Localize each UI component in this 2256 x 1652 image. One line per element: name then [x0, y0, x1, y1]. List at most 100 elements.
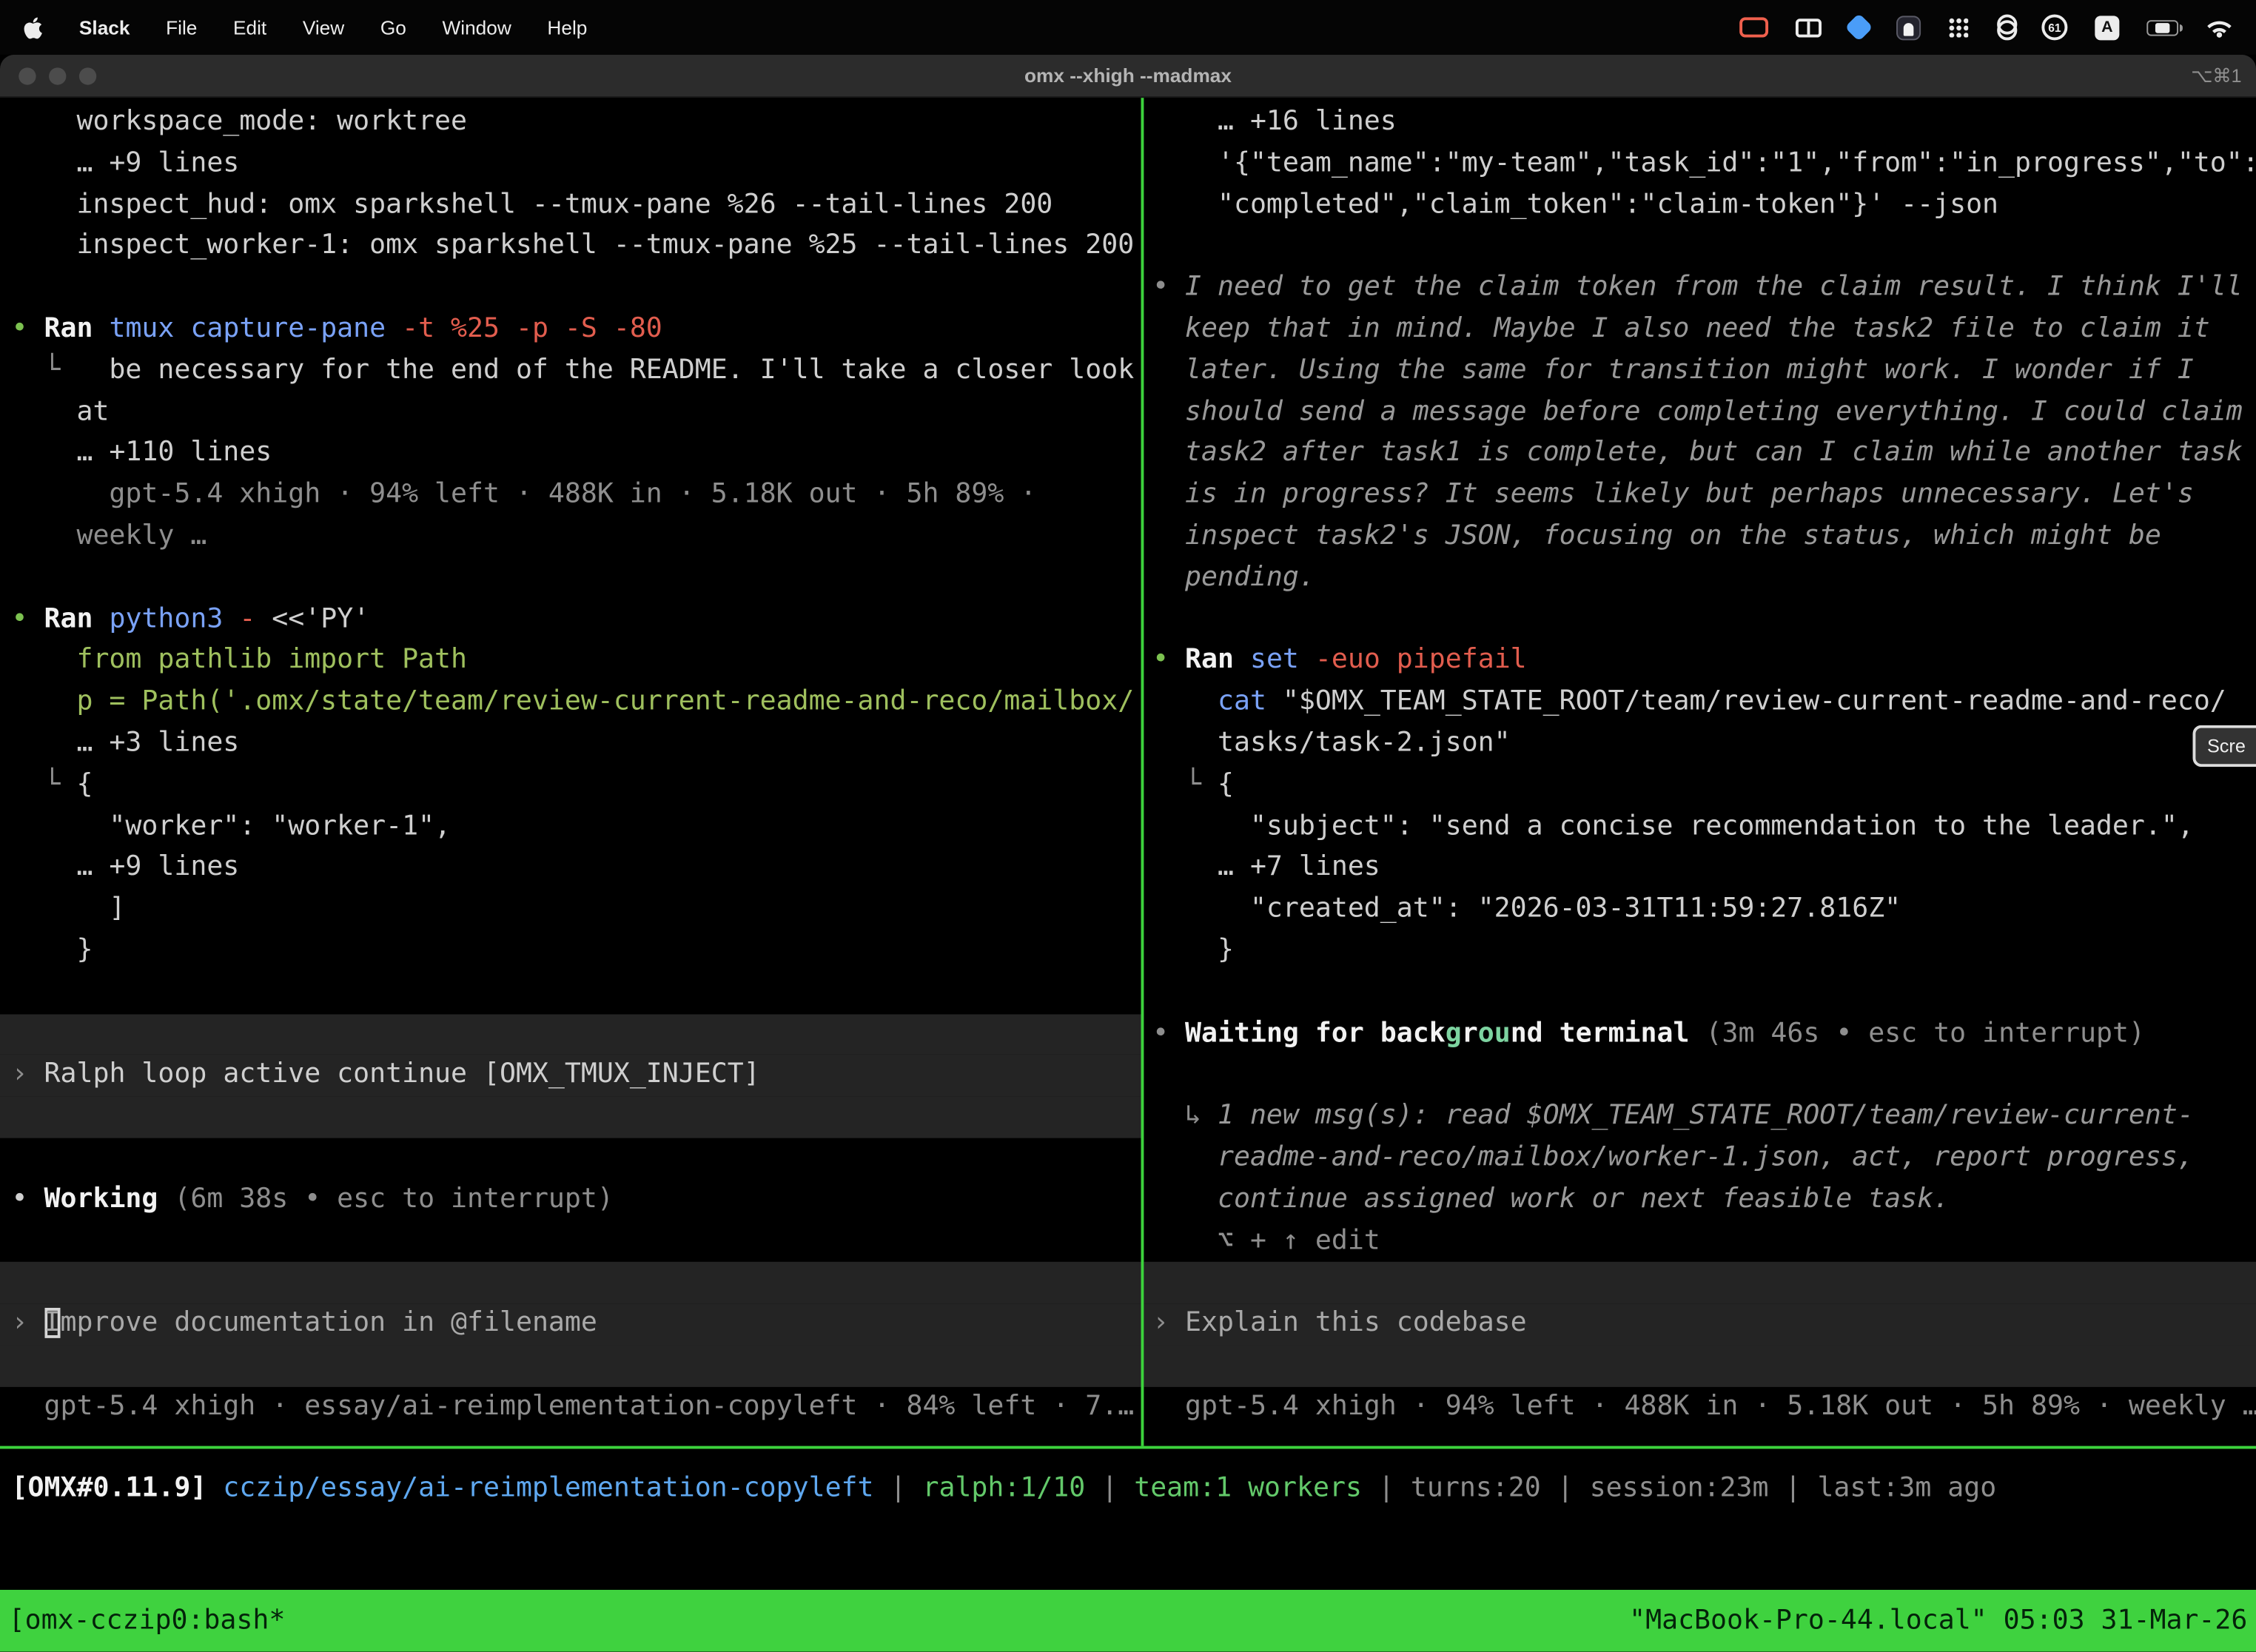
app-menu-slack[interactable]: Slack — [79, 16, 130, 38]
text-segment: › — [12, 1308, 44, 1338]
input-source-icon[interactable]: A — [2095, 15, 2119, 39]
menu-view[interactable]: View — [303, 16, 344, 38]
terminal-row — [1144, 973, 2256, 1014]
text-segment: pending. — [1152, 563, 1315, 593]
menu-edit[interactable]: Edit — [233, 16, 266, 38]
tmux-pane-left[interactable]: workspace_mode: worktree … +9 lines insp… — [0, 98, 1141, 1446]
text-segment: | — [1362, 1474, 1411, 1504]
app-grid-icon[interactable] — [1948, 17, 1968, 37]
ghostty-icon[interactable] — [1896, 15, 1921, 39]
battery-fill — [2155, 22, 2170, 33]
text-segment: "created_at": "2026-03-31T11:59:27.816Z" — [1152, 893, 1901, 924]
terminal-row: … +7 lines — [1144, 848, 2256, 890]
text-segment: cczip/essay/ai-reimplementation-copyleft — [223, 1474, 873, 1504]
text-segment: › — [12, 1059, 44, 1089]
text-segment: { — [76, 770, 93, 800]
text-segment: -t %25 -p -S -80 — [402, 314, 662, 344]
knot-icon[interactable] — [1995, 14, 2014, 40]
text-segment: • — [1152, 645, 1185, 676]
text-segment: └ — [12, 770, 77, 800]
window-title: omx --xhigh --madmax — [0, 64, 2256, 86]
text-segment: • — [12, 314, 44, 344]
terminal-row: • Waiting for background terminal (3m 46… — [1144, 1014, 2256, 1055]
terminal-row: "created_at": "2026-03-31T11:59:27.816Z" — [1144, 890, 2256, 931]
text-segment: "completed","claim_token":"claim-token"}… — [1152, 189, 1998, 220]
text-segment: set — [1250, 645, 1315, 676]
terminal-row: "completed","claim_token":"claim-token"}… — [1144, 185, 2256, 226]
terminal-row: "subject": "send a concise recommendatio… — [1144, 807, 2256, 848]
display-grid-icon[interactable] — [1796, 18, 1822, 36]
terminal-row — [1144, 226, 2256, 268]
terminal-row: gpt-5.4 xhigh · 94% left · 488K in · 5.1… — [0, 475, 1141, 517]
menu-help[interactable]: Help — [547, 16, 587, 38]
text-segment: nd terminal — [1511, 1018, 1690, 1048]
cursor-block: I — [44, 1308, 61, 1338]
text-segment: └ — [1152, 770, 1218, 800]
text-segment: gpt-5.4 xhigh · 94% left · 488K in · 5.1… — [1152, 1391, 2256, 1421]
terminal-row: task2 after task1 is complete, but can I… — [1144, 434, 2256, 475]
tmux-pane-right[interactable]: … +16 lines '{"team_name":"my-team","tas… — [1144, 98, 2256, 1446]
terminal-row: cat "$OMX_TEAM_STATE_ROOT/team/review-cu… — [1144, 682, 2256, 724]
menu-file[interactable]: File — [166, 16, 197, 38]
window-title-bar[interactable]: omx --xhigh --madmax ⌥⌘1 — [0, 55, 2256, 98]
text-segment: task2 after task1 is complete, but can I… — [1152, 438, 2243, 469]
terminal-row: keep that in mind. Maybe I also need the… — [1144, 309, 2256, 351]
text-segment: ou — [1478, 1018, 1511, 1048]
terminal-row: ⌥ + ↑ edit — [1144, 1220, 2256, 1262]
text-segment: | — [1085, 1474, 1134, 1504]
tmux-session-label: [omx-cczip0:bash* — [9, 1605, 286, 1636]
omx-status-bar: [OMX#0.11.9] cczip/essay/ai-reimplementa… — [0, 1449, 2256, 1591]
text-segment: • — [12, 604, 44, 634]
terminal-row: • Working (6m 38s • esc to interrupt) — [0, 1179, 1141, 1220]
terminal-row: └ be necessary for the end of the README… — [0, 351, 1141, 392]
text-segment: turns:20 — [1411, 1474, 1541, 1504]
terminal-row: inspect_worker-1: omx sparkshell --tmux-… — [0, 226, 1141, 268]
terminal-row — [0, 1345, 1141, 1386]
prompt-input-row[interactable]: › Improve documentation in @filename — [0, 1303, 1141, 1345]
text-segment: ⌥ + ↑ edit — [1152, 1225, 1380, 1255]
terminal-row: pending. — [1144, 558, 2256, 600]
apple-menu[interactable] — [23, 15, 43, 39]
text-segment: "subject": "send a concise recommendatio… — [1152, 810, 2194, 841]
window-shortcut-hint: ⌥⌘1 — [2191, 64, 2241, 87]
terminal-row: readme-and-reco/mailbox/worker-1.json, a… — [1144, 1138, 2256, 1179]
battery-gauge-icon[interactable]: 61 — [2041, 14, 2067, 40]
text-segment: -euo pipefail — [1315, 645, 1527, 676]
text-segment: p = Path('.omx/state/team/review-current… — [12, 687, 1135, 717]
terminal-row — [0, 268, 1141, 309]
terminal-row — [0, 1014, 1141, 1055]
terminal-row: • Ran set -euo pipefail — [1144, 641, 2256, 682]
menu-go[interactable]: Go — [380, 16, 406, 38]
terminal-row: weekly … — [0, 517, 1141, 558]
text-segment: … +110 lines — [12, 438, 272, 469]
terminal-row — [1144, 1262, 2256, 1303]
terminal-row: inspect_hud: omx sparkshell --tmux-pane … — [0, 185, 1141, 226]
screen-recording-icon[interactable] — [1739, 17, 1768, 37]
text-segment: "worker": "worker-1", — [12, 810, 451, 841]
terminal-row: … +3 lines — [0, 724, 1141, 765]
wifi-icon[interactable] — [2206, 16, 2233, 38]
text-segment: is in progress? It seems likely but perh… — [1152, 480, 2194, 510]
text-segment: Ran — [44, 314, 110, 344]
text-segment: "$OMX_TEAM_STATE_ROOT/team/review-curren… — [1283, 687, 2226, 717]
terminal-row — [0, 973, 1141, 1014]
terminal-row: ↳ 1 new msg(s): read $OMX_TEAM_STATE_ROO… — [1144, 1096, 2256, 1138]
queued-input-row[interactable]: › Ralph loop active continue [OMX_TMUX_I… — [0, 1055, 1141, 1097]
terminal-row — [0, 1262, 1141, 1303]
terminal-row: • I need to get the claim token from the… — [1144, 268, 2256, 309]
text-segment: (6m 38s • esc to interrupt) — [158, 1183, 613, 1214]
text-segment: later. Using the same for transition mig… — [1152, 355, 2194, 386]
raycast-icon[interactable] — [1844, 13, 1873, 41]
terminal-row — [0, 558, 1141, 600]
prompt-suggestion-row[interactable]: › Explain this codebase — [1144, 1303, 2256, 1345]
terminal-row: tasks/task-2.json" — [1144, 724, 2256, 765]
text-segment: '{"team_name":"my-team","task_id":"1","f… — [1152, 148, 2256, 178]
battery-icon[interactable] — [2146, 19, 2178, 35]
omx-status-line: [OMX#0.11.9] cczip/essay/ai-reimplementa… — [0, 1469, 2256, 1511]
text-segment: from pathlib import Path — [12, 645, 467, 676]
menu-window[interactable]: Window — [442, 16, 511, 38]
terminal-row — [1144, 600, 2256, 641]
text-segment: g — [1446, 1018, 1462, 1048]
menu-bar-left: Slack File Edit View Go Window Help — [23, 15, 623, 39]
terminal-row: … +9 lines — [0, 144, 1141, 185]
